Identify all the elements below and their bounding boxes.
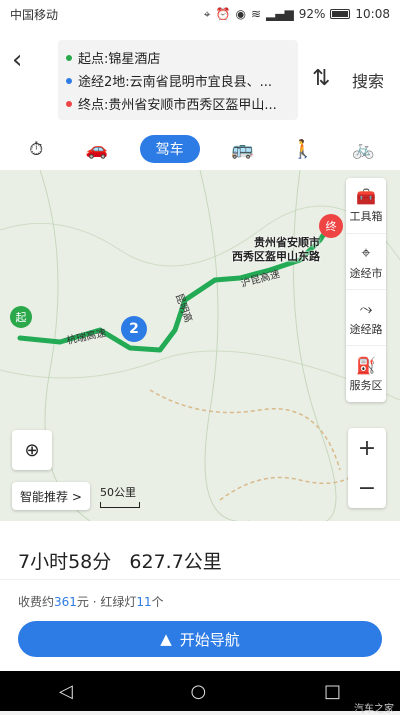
route-duration: 7小时58分	[18, 551, 112, 573]
taxi-icon[interactable]: ⏱	[18, 139, 54, 160]
search-button[interactable]: 搜索	[352, 68, 384, 92]
recents-square-icon[interactable]: □	[324, 681, 341, 702]
watermark: 汽车之家	[354, 704, 394, 715]
fee-suffix: 个	[151, 595, 164, 609]
rideshare-icon[interactable]: 🚗	[79, 139, 115, 160]
scale-bar: 50公里	[100, 484, 140, 508]
status-bar: 中国移动 ⌖ ⏰ ◉ ≋ ▂▄▆ 92% 10:08	[0, 0, 400, 28]
carrier-text: 中国移动	[10, 7, 59, 22]
zoom-in-button[interactable]: +	[348, 428, 386, 468]
traffic-light-count: 11	[136, 595, 152, 609]
bike-icon[interactable]: 🚲	[346, 139, 382, 160]
home-circle-icon[interactable]: ○	[191, 681, 207, 702]
fee-info: 收费约361元 · 红绿灯11个	[18, 593, 164, 610]
tab-drive[interactable]: 驾车	[139, 135, 200, 163]
service-area-label: 服务区	[349, 378, 383, 392]
bus-icon[interactable]: 🚌	[224, 139, 260, 160]
locate-button[interactable]: ⊕	[12, 430, 52, 470]
start-navigation-button[interactable]: ▲ 开始导航	[18, 621, 382, 657]
dest-line-2: 西秀区盔甲山东路	[232, 250, 320, 263]
end-row[interactable]: 终点:贵州省安顺市西秀区盔甲山...	[66, 92, 290, 115]
via-row[interactable]: 途经2地:云南省昆明市宜良县、...	[66, 69, 290, 92]
walk-icon[interactable]: 🚶	[285, 139, 321, 160]
end-text: 终点:贵州省安顺市西秀区盔甲山...	[78, 98, 277, 113]
divider	[0, 579, 400, 580]
toolbox-button[interactable]: 🧰 工具箱	[346, 178, 386, 234]
via-road-label: 途经路	[349, 322, 383, 336]
back-icon[interactable]: ‹	[12, 46, 36, 74]
start-row[interactable]: 起点:锦星酒店	[66, 46, 290, 69]
via-pin: 2	[121, 316, 147, 342]
fee-unit: 元 · 红绿灯	[76, 595, 137, 609]
battery-icon	[330, 9, 351, 19]
swap-icon[interactable]: ⇅	[312, 66, 330, 91]
route-inputs[interactable]: 起点:锦星酒店 途经2地:云南省昆明市宜良县、... 终点:贵州省安顺市西秀区盔…	[58, 40, 298, 120]
service-area-button[interactable]: ⛽ 服务区	[346, 346, 386, 402]
route-header: ‹ 起点:锦星酒店 途经2地:云南省昆明市宜良县、... 终点:贵州省安顺市西秀…	[0, 28, 400, 128]
clock: 10:08	[355, 7, 390, 21]
start-text: 起点:锦星酒店	[78, 52, 161, 67]
route-summary-panel: 7小时58分 627.7公里 收费约361元 · 红绿灯11个 ▲ 开始导航	[0, 521, 400, 671]
zoom-out-button[interactable]: −	[348, 468, 386, 508]
pin-icon: ⌖	[361, 242, 371, 262]
crosshair-icon: ⊕	[24, 439, 40, 461]
eye-icon: ◉	[235, 7, 246, 21]
service-icon: ⛽	[356, 355, 376, 375]
toolbox-label: 工具箱	[349, 210, 383, 223]
map-view[interactable]: 起 2 终 贵州省安顺市 西秀区盔甲山东路 杭瑞高速 昆明高 沪昆高速 🧰 工具箱…	[0, 170, 400, 521]
end-dot-icon	[66, 100, 72, 107]
navigate-arrow-icon: ▲	[160, 630, 172, 648]
back-triangle-icon[interactable]: ◁	[59, 681, 73, 702]
signal-icon: ▂▄▆	[266, 7, 294, 21]
fee-prefix: 收费约	[18, 595, 55, 609]
via-text: 途经2地:云南省昆明市宜良县、...	[78, 75, 273, 90]
start-pin: 起	[10, 306, 32, 328]
route-distance: 627.7公里	[129, 551, 222, 573]
route-summary: 7小时58分 627.7公里	[18, 547, 222, 574]
smart-recommend-button[interactable]: 智能推荐 >	[12, 482, 90, 510]
route-icon: ⤳	[359, 298, 373, 318]
via-city-label: 途经市	[349, 266, 383, 280]
wifi-icon: ≋	[250, 7, 262, 21]
dest-line-1: 贵州省安顺市	[254, 236, 320, 249]
system-nav-bar: ◁ ○ □	[0, 671, 400, 711]
transport-mode-bar: ⏱ 🚗 驾车 🚌 🚶 🚲	[0, 128, 400, 170]
map-tools: 🧰 工具箱 ⌖ 途经市 ⤳ 途经路 ⛽ 服务区	[346, 178, 386, 402]
toll-amount: 361	[54, 595, 77, 609]
alarm-icon: ⏰	[215, 7, 231, 21]
via-city-button[interactable]: ⌖ 途经市	[346, 234, 386, 290]
zoom-control: + −	[348, 428, 386, 508]
via-road-button[interactable]: ⤳ 途经路	[346, 290, 386, 346]
battery-percent: 92%	[298, 7, 326, 21]
end-pin: 终	[319, 214, 343, 238]
location-icon: ⌖	[203, 6, 211, 21]
start-navigation-label: 开始导航	[179, 630, 240, 649]
via-dot-icon	[66, 77, 72, 84]
toolbox-icon: 🧰	[356, 187, 376, 206]
destination-label: 贵州省安顺市 西秀区盔甲山东路	[232, 236, 320, 264]
start-dot-icon	[66, 54, 72, 61]
scale-label: 50公里	[100, 486, 136, 499]
